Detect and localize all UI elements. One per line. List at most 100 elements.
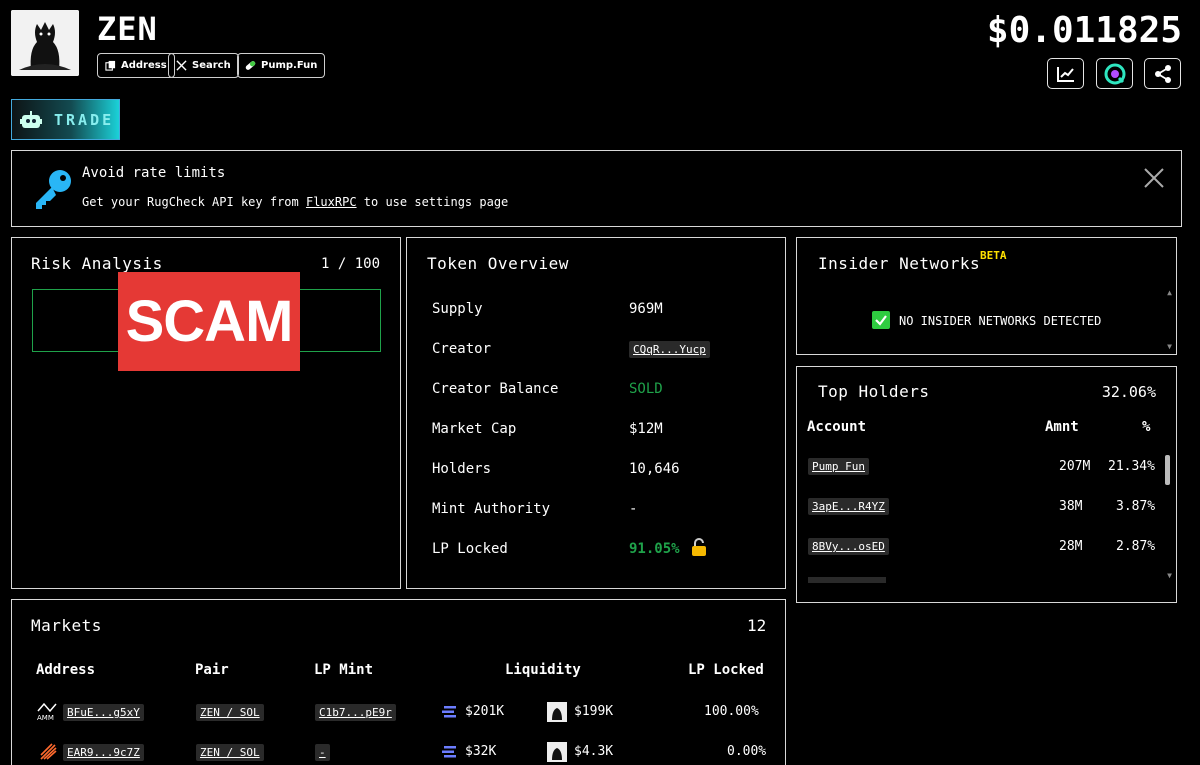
col-amount: Amnt xyxy=(1045,419,1079,435)
risk-title: Risk Analysis xyxy=(31,254,163,273)
scroll-up-icon[interactable]: ▲ xyxy=(1167,288,1172,297)
markets-count: 12 xyxy=(747,616,767,635)
robot-icon xyxy=(20,110,42,128)
col-liquidity: Liquidity xyxy=(505,662,581,678)
chart-icon xyxy=(1056,66,1074,82)
pill-icon xyxy=(245,61,256,70)
holder-percent: 3.87% xyxy=(1116,499,1156,514)
mint-authority-value: - xyxy=(629,501,638,517)
holder-row-partial xyxy=(808,577,886,583)
supply-value: 969M xyxy=(629,301,663,317)
scam-badge: SCAM xyxy=(118,272,300,371)
col-lp-locked: LP Locked xyxy=(688,662,764,678)
lp-mint-link[interactable]: C1b7...pE9r xyxy=(315,704,396,721)
lp-locked-value: 91.05% xyxy=(629,541,680,557)
pumpfun-chip[interactable]: Pump.Fun xyxy=(237,53,326,78)
solana-icon xyxy=(442,746,456,758)
beta-badge: BETA xyxy=(980,249,1007,262)
holder-percent: 2.87% xyxy=(1116,539,1156,554)
market-lp-locked: 100.00% xyxy=(704,704,759,719)
trade-button[interactable]: TRADE xyxy=(11,99,120,140)
overview-label: Creator Balance xyxy=(432,381,559,397)
trade-label: TRADE xyxy=(54,110,115,129)
rate-limit-banner: Avoid rate limits Get your RugCheck API … xyxy=(11,150,1182,227)
amm-icon: AMM xyxy=(37,702,57,721)
holder-account-link[interactable]: 8BVy...osED xyxy=(808,538,889,555)
copy-icon xyxy=(105,60,116,71)
address-chip[interactable]: Address xyxy=(97,53,175,78)
market-cap-value: $12M xyxy=(629,421,663,437)
market-lp-locked: 0.00% xyxy=(727,744,767,759)
holders-title: Top Holders xyxy=(818,382,930,401)
banner-title: Avoid rate limits xyxy=(82,165,226,181)
insider-networks-panel: Insider Networks BETA NO INSIDER NETWORK… xyxy=(796,237,1177,355)
scroll-down-icon[interactable]: ▼ xyxy=(1167,342,1172,351)
share-icon xyxy=(1154,64,1171,83)
chip-label: Pump.Fun xyxy=(261,60,318,71)
liquidity-token: $199K xyxy=(574,704,614,719)
overview-label: Market Cap xyxy=(432,421,517,437)
holders-scrollbar[interactable] xyxy=(1165,455,1170,485)
holders-total: 32.06% xyxy=(1101,383,1156,401)
search-chip[interactable]: Search xyxy=(168,53,239,78)
x-icon xyxy=(176,60,187,71)
meteora-icon xyxy=(40,743,57,760)
overview-label: Supply xyxy=(432,301,483,317)
token-name: ZEN xyxy=(97,10,158,48)
overview-title: Token Overview xyxy=(427,254,569,273)
lp-mint-value: - xyxy=(315,744,330,761)
token-icon xyxy=(547,742,567,762)
insider-status: NO INSIDER NETWORKS DETECTED xyxy=(899,314,1102,328)
market-address-link[interactable]: BFuE...g5xY xyxy=(63,704,144,721)
top-holders-panel: Top Holders 32.06% Account Amnt % Pump F… xyxy=(796,366,1177,603)
risk-score: 1 / 100 xyxy=(321,256,381,272)
token-icon xyxy=(547,702,567,722)
col-lp-mint: LP Mint xyxy=(314,662,374,678)
liquidity-token: $4.3K xyxy=(574,744,614,759)
holder-percent: 21.34% xyxy=(1108,459,1155,474)
holder-amount: 28M xyxy=(1059,539,1083,554)
holder-amount: 207M xyxy=(1059,459,1091,474)
creator-balance-value: SOLD xyxy=(629,381,663,397)
col-pair: Pair xyxy=(195,662,229,678)
market-pair-link[interactable]: ZEN / SOL xyxy=(196,704,264,721)
lock-icon xyxy=(692,538,706,556)
chip-label: Search xyxy=(192,60,231,71)
markets-title: Markets xyxy=(31,616,102,635)
col-account: Account xyxy=(807,419,867,435)
liquidity-sol: $32K xyxy=(465,744,497,759)
share-button[interactable] xyxy=(1144,58,1181,89)
fluxrpc-link[interactable]: FluxRPC xyxy=(306,195,357,209)
chip-label: Address xyxy=(121,60,167,71)
chart-button[interactable] xyxy=(1047,58,1084,89)
col-address: Address xyxy=(36,662,96,678)
holders-value: 10,646 xyxy=(629,461,680,477)
token-logo xyxy=(11,10,79,76)
token-overview-panel: Token Overview Supply 969M Creator CQqR.… xyxy=(406,237,786,589)
creator-link[interactable]: CQqR...Yucp xyxy=(629,341,710,358)
token-price: $0.011825 xyxy=(986,10,1182,51)
key-icon xyxy=(36,170,71,209)
coingecko-icon xyxy=(1104,63,1125,84)
svg-text:AMM: AMM xyxy=(37,714,54,721)
close-icon[interactable] xyxy=(1143,167,1165,189)
market-pair-link[interactable]: ZEN / SOL xyxy=(196,744,264,761)
overview-label: Holders xyxy=(432,461,492,477)
col-percent: % xyxy=(1142,419,1151,435)
banner-description: Get your RugCheck API key from FluxRPC t… xyxy=(82,195,509,209)
risk-analysis-panel: Risk Analysis 1 / 100 SCAM xyxy=(11,237,401,589)
overview-label: LP Locked xyxy=(432,541,508,557)
overview-label: Mint Authority xyxy=(432,501,551,517)
check-icon xyxy=(872,311,890,329)
solana-icon xyxy=(442,706,456,718)
markets-panel: Markets 12 Address Pair LP Mint Liquidit… xyxy=(11,599,786,765)
liquidity-sol: $201K xyxy=(465,704,505,719)
insider-title: Insider Networks xyxy=(818,254,981,273)
coingecko-button[interactable] xyxy=(1096,58,1133,89)
overview-label: Creator xyxy=(432,341,492,357)
holder-account-link[interactable]: 3apE...R4YZ xyxy=(808,498,889,515)
holder-account-link[interactable]: Pump Fun xyxy=(808,458,869,475)
holder-amount: 38M xyxy=(1059,499,1083,514)
scroll-down-icon[interactable]: ▼ xyxy=(1167,571,1172,580)
market-address-link[interactable]: EAR9...9c7Z xyxy=(63,744,144,761)
